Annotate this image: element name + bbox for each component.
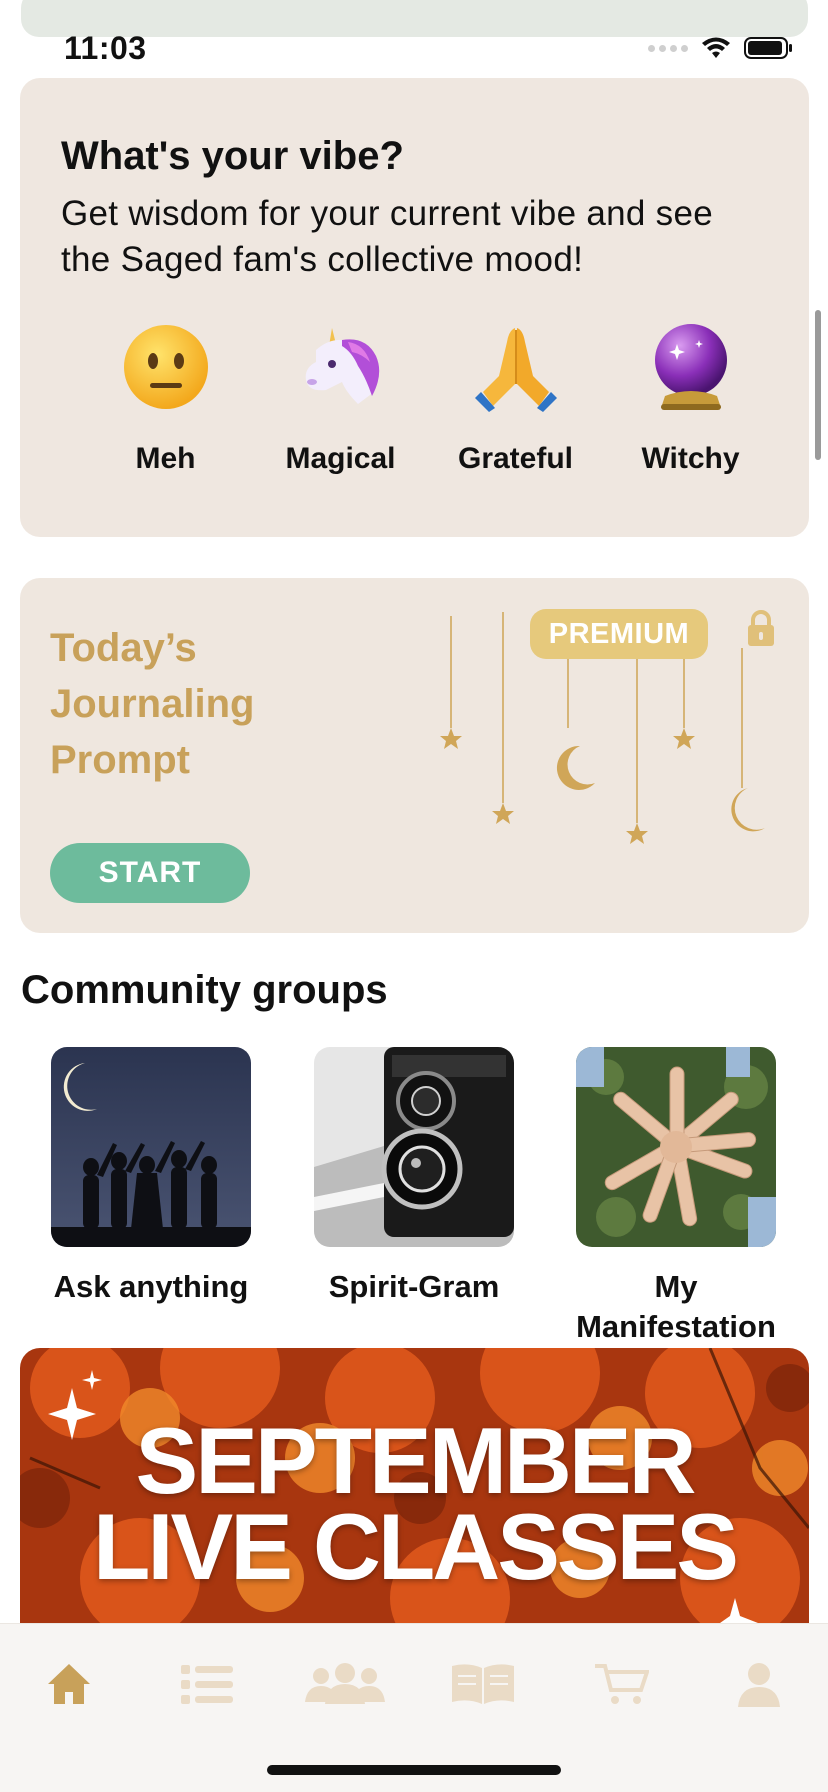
group-my-manifestation[interactable]: My Manifestation: [556, 1047, 796, 1347]
profile-icon: [738, 1663, 780, 1707]
status-bar: 11:03: [0, 30, 828, 70]
group-label-ask-anything: Ask anything: [53, 1269, 249, 1304]
home-indicator: [267, 1765, 561, 1775]
cellular-signal-icon: [648, 44, 688, 52]
community-groups-title: Community groups: [21, 968, 388, 1012]
cart-icon: [595, 1664, 649, 1704]
home-icon: [48, 1664, 90, 1704]
group-spirit-gram[interactable]: Spirit-Gram: [294, 1047, 534, 1307]
group-label-spirit-gram: Spirit-Gram: [328, 1269, 500, 1304]
vintage-camera-image: [314, 1047, 514, 1247]
folded-hands-icon: [471, 322, 561, 412]
vibe-label-witchy: Witchy: [641, 442, 740, 475]
tab-community[interactable]: [300, 1656, 390, 1712]
scroll-indicator[interactable]: [815, 310, 821, 460]
banner-title: SEPTEMBER LIVE CLASSES: [20, 1408, 809, 1599]
vibe-card: What's your vibe? Get wisdom for your cu…: [20, 78, 809, 537]
community-groups-list: Ask anything Spirit-Gram My Manifestatio…: [0, 1047, 828, 1347]
tab-list[interactable]: [172, 1656, 242, 1712]
banner-line-1: SEPTEMBER: [135, 1408, 697, 1513]
book-icon: [452, 1664, 514, 1704]
tab-book[interactable]: [448, 1656, 518, 1712]
vibe-options: Meh Magical Grateful Witchy: [78, 322, 778, 476]
moon-silhouettes-image: [51, 1047, 251, 1247]
status-time: 11:03: [64, 30, 147, 66]
vibe-label-grateful: Grateful: [457, 442, 574, 475]
vibe-description: Get wisdom for your current vibe and see…: [61, 194, 714, 279]
tab-profile[interactable]: [724, 1656, 794, 1712]
vibe-option-grateful[interactable]: Grateful: [428, 322, 603, 476]
vibe-label-magical: Magical: [285, 442, 396, 475]
tab-home[interactable]: [34, 1656, 104, 1712]
unicorn-icon: [296, 322, 386, 412]
group-ask-anything[interactable]: Ask anything: [31, 1047, 271, 1307]
community-icon: [305, 1663, 385, 1704]
banner-line-2: LIVE CLASSES: [92, 1494, 739, 1599]
neutral-face-icon: [121, 322, 211, 412]
wifi-icon: [702, 37, 730, 58]
battery-icon: [744, 37, 792, 59]
lock-icon: [748, 610, 774, 646]
september-live-classes-banner[interactable]: SEPTEMBER LIVE CLASSES: [20, 1348, 809, 1623]
joined-hands-image: [576, 1047, 776, 1247]
vibe-option-witchy[interactable]: Witchy: [603, 322, 778, 476]
tab-cart[interactable]: [586, 1656, 656, 1712]
vibe-title: What's your vibe?: [61, 134, 404, 178]
status-icons: [648, 36, 794, 60]
vibe-label-meh: Meh: [135, 442, 196, 475]
crystal-ball-icon: [646, 322, 736, 412]
vibe-option-magical[interactable]: Magical: [253, 322, 428, 476]
premium-badge: PREMIUM: [530, 609, 708, 659]
vibe-option-meh[interactable]: Meh: [78, 322, 253, 476]
list-icon: [181, 1665, 233, 1704]
journaling-prompt-card[interactable]: Today’s Journaling Prompt START PREMIUM: [20, 578, 809, 933]
group-label-my-manifestation: My Manifestation: [576, 1269, 776, 1344]
